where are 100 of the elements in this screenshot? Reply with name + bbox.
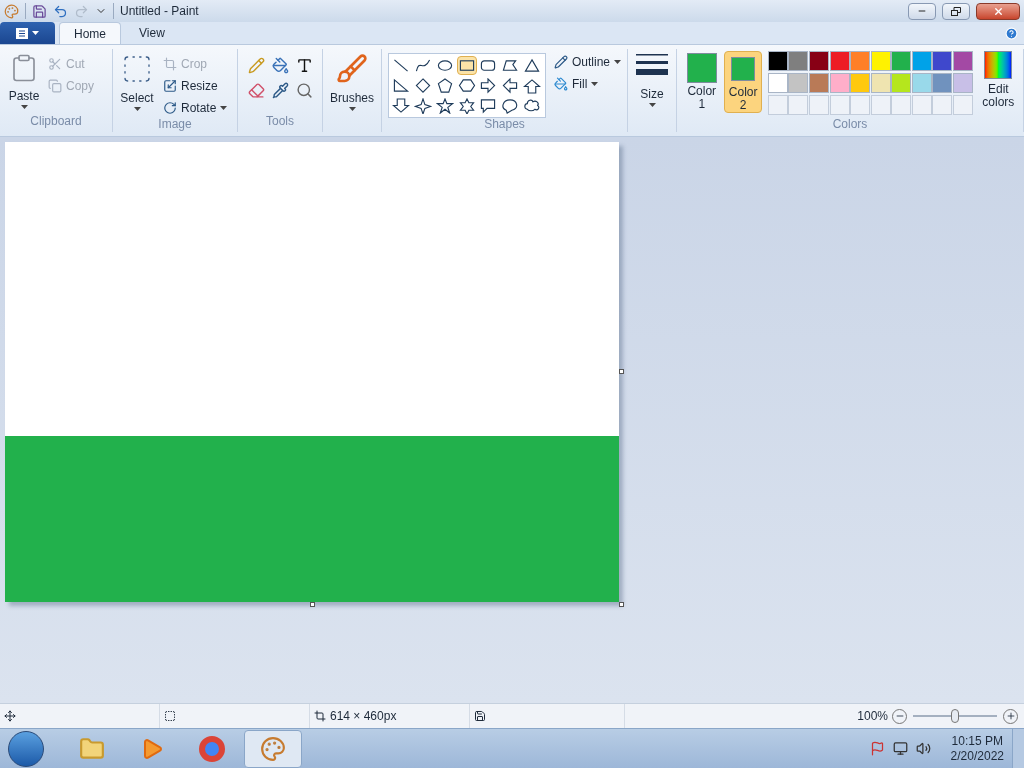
window-title: Untitled - Paint	[120, 3, 200, 20]
volume-icon[interactable]	[915, 741, 931, 756]
rotate-icon	[163, 101, 177, 115]
shape-star5[interactable]	[434, 96, 455, 115]
text-tool-icon[interactable]	[295, 57, 313, 74]
brush-icon	[336, 53, 368, 85]
plus-icon	[1005, 711, 1016, 721]
group-label: Image	[157, 116, 193, 133]
shape-triangle[interactable]	[522, 56, 543, 75]
resize-handle[interactable]	[310, 602, 315, 607]
shape-star4[interactable]	[412, 96, 433, 115]
palette-swatch[interactable]	[870, 73, 891, 93]
color-slot-button[interactable]: Color 2	[724, 51, 762, 113]
zoom-slider[interactable]	[913, 708, 997, 724]
fill-button[interactable]: Fill	[554, 75, 622, 93]
palette-swatch[interactable]	[788, 51, 809, 71]
canvas-size: 614 × 460px	[330, 708, 397, 725]
undo-icon[interactable]	[53, 3, 68, 19]
palette-swatch[interactable]	[809, 51, 830, 71]
network-icon[interactable]	[892, 741, 908, 756]
group-label: Clipboard	[29, 113, 83, 130]
caret-icon	[32, 31, 39, 35]
ribbon-tab[interactable]: View	[125, 22, 179, 44]
caret-icon	[648, 103, 656, 107]
palette-swatch[interactable]	[850, 73, 871, 93]
flag-icon[interactable]	[869, 741, 885, 756]
eraser-icon[interactable]	[247, 82, 265, 99]
file-size-icon	[474, 710, 486, 722]
save-icon[interactable]	[32, 3, 47, 19]
color-slot-button[interactable]: Color 1	[683, 51, 721, 113]
group-label: Colors	[831, 116, 869, 133]
palette-swatch[interactable]	[829, 73, 850, 93]
crop-icon	[163, 57, 177, 71]
caret-icon	[614, 60, 622, 64]
fill-bucket-icon	[554, 77, 568, 91]
brushes-button[interactable]: Brushes	[329, 53, 375, 111]
palette-swatch[interactable]	[891, 73, 912, 93]
magnifier-icon[interactable]	[295, 82, 313, 99]
color-picker-icon[interactable]	[271, 82, 289, 99]
pencil-icon[interactable]	[247, 57, 265, 74]
pencil-icon	[554, 55, 568, 69]
caret-icon	[20, 105, 28, 109]
group-label: Shapes	[483, 116, 526, 133]
cut-icon	[48, 57, 62, 71]
shape-rectangle[interactable]	[456, 56, 477, 75]
close-button[interactable]	[976, 2, 1020, 20]
palette-swatch[interactable]	[767, 51, 788, 71]
clock-time[interactable]: 10:15 PM	[951, 733, 1003, 749]
clock-date[interactable]: 2/20/2022	[950, 748, 1004, 764]
palette-swatch[interactable]	[911, 51, 932, 71]
palette-swatch[interactable]	[953, 51, 974, 71]
restore-icon	[951, 6, 961, 16]
palette-swatch[interactable]	[829, 51, 850, 71]
caret-icon	[591, 82, 599, 86]
shape-hexagon[interactable]	[456, 76, 477, 95]
palette-swatch[interactable]	[767, 73, 788, 93]
shape-right-triangle[interactable]	[391, 76, 411, 95]
caret-icon	[133, 107, 141, 111]
paint-taskbar-icon[interactable]	[244, 729, 302, 768]
rotate-button[interactable]: Rotate	[161, 97, 231, 119]
start-button[interactable]	[8, 730, 44, 767]
palette-swatch[interactable]	[911, 73, 932, 93]
shape-down-arrow[interactable]	[391, 96, 411, 115]
size-button[interactable]: Size	[634, 53, 671, 107]
outline-button[interactable]: Outline	[554, 53, 622, 71]
close-icon	[992, 5, 1004, 17]
resize-button[interactable]: Resize	[161, 75, 231, 97]
slider-thumb[interactable]	[951, 709, 959, 723]
cursor-position-icon	[4, 710, 16, 722]
palette-swatch[interactable]	[932, 73, 953, 93]
palette-swatch[interactable]	[870, 51, 891, 71]
palette-swatch[interactable]	[850, 51, 871, 71]
palette-swatch[interactable]	[891, 51, 912, 71]
fill-bucket-icon[interactable]	[271, 57, 289, 74]
selection-size-icon	[164, 710, 176, 722]
help-icon[interactable]	[1005, 27, 1018, 40]
palette-swatch[interactable]	[788, 73, 809, 93]
shape-star6[interactable]	[456, 96, 477, 115]
resize-handle[interactable]	[619, 369, 624, 374]
resize-handle[interactable]	[619, 602, 624, 607]
palette-icon	[4, 3, 19, 19]
file-menu-button[interactable]	[0, 22, 55, 44]
edit-colors-button[interactable]: Edit colors	[979, 51, 1017, 109]
resize-icon	[163, 79, 177, 93]
menu-icon	[16, 27, 28, 39]
ribbon-tab[interactable]: Home	[59, 22, 121, 44]
spectrum-icon	[984, 51, 1013, 79]
select-button[interactable]: Select	[119, 53, 155, 119]
palette-swatch[interactable]	[953, 73, 974, 93]
caret-icon	[348, 107, 356, 111]
palette-swatch[interactable]	[932, 51, 953, 71]
minimize-button[interactable]	[908, 2, 936, 20]
selection-icon	[121, 53, 153, 85]
canvas-size-icon	[314, 710, 326, 722]
palette-swatch[interactable]	[809, 73, 830, 93]
restore-button[interactable]	[942, 2, 970, 20]
group-label: Tools	[265, 113, 295, 130]
paste-button[interactable]: Paste	[6, 53, 42, 109]
shape-diamond[interactable]	[412, 76, 433, 95]
shape-up-arrow[interactable]	[522, 76, 543, 95]
